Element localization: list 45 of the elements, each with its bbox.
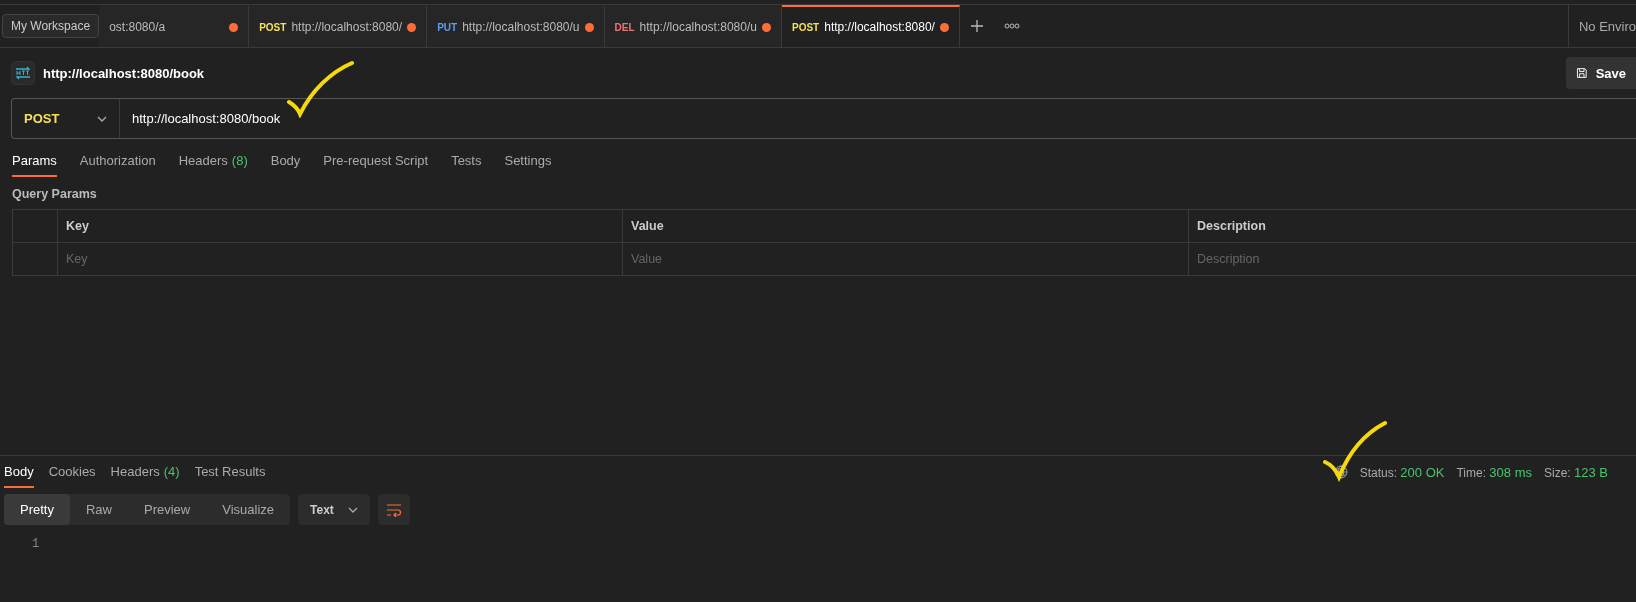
request-tab[interactable]: POST http://localhost:8080/ <box>249 5 428 47</box>
environment-selector[interactable]: No Enviro <box>1568 5 1636 47</box>
column-header: Description <box>1189 210 1636 243</box>
request-tab[interactable]: DEL http://localhost:8080/u <box>604 5 782 47</box>
wrap-lines-icon <box>385 502 402 517</box>
wrap-lines-button[interactable] <box>377 494 410 525</box>
chevron-down-icon <box>347 506 358 513</box>
plus-icon <box>969 19 984 33</box>
save-button[interactable]: Save <box>1566 57 1636 89</box>
line-number: 1 <box>31 536 41 551</box>
request-section-tab[interactable]: Pre-request Script <box>323 145 429 177</box>
response-tab[interactable]: Test Results <box>194 456 266 488</box>
section-title: Query Params <box>11 186 98 203</box>
request-section-tab[interactable]: Body <box>270 145 301 177</box>
response-tab[interactable]: Body <box>4 456 34 488</box>
response-tab[interactable]: Headers (4) <box>110 456 180 488</box>
request-tab[interactable]: PUT http://localhost:8080/u <box>427 5 605 47</box>
response-stat: Size: 123 B <box>1544 464 1608 480</box>
view-mode-button[interactable]: Pretty <box>4 494 70 525</box>
view-mode-button[interactable]: Visualize <box>206 494 291 525</box>
chevron-down-icon <box>97 115 107 122</box>
view-mode-button[interactable]: Raw <box>69 494 128 525</box>
view-mode-button[interactable]: Preview <box>128 494 207 525</box>
response-stat: Status: 200 OK <box>1359 464 1445 480</box>
save-icon <box>1576 65 1588 81</box>
more-dots-icon <box>1003 23 1020 29</box>
request-tab[interactable]: POST http://localhost:8080/ <box>781 5 960 47</box>
response-stat: Time: 308 ms <box>1456 464 1532 480</box>
request-tab[interactable]: ost:8080/a <box>99 5 250 47</box>
request-section-tab[interactable]: Tests <box>451 145 482 177</box>
url-field[interactable]: http://localhost:8080/book <box>120 111 281 126</box>
column-header: Key <box>58 210 623 243</box>
request-section-tab[interactable]: Headers (8) <box>178 145 248 177</box>
request-section-tab[interactable]: Settings <box>504 145 552 177</box>
check-mark-drawing <box>286 60 356 118</box>
column-header: Value <box>623 210 1189 243</box>
request-title: http://localhost:8080/book <box>43 65 205 81</box>
http-icon <box>11 61 35 85</box>
response-tab[interactable]: Cookies <box>48 456 96 488</box>
workspace-button[interactable]: My Workspace <box>2 14 100 38</box>
globe-icon <box>1333 465 1348 479</box>
method-dropdown[interactable]: POST <box>12 99 120 138</box>
request-section-tab[interactable]: Authorization <box>79 145 156 177</box>
request-section-tab[interactable]: Params <box>12 145 57 177</box>
format-dropdown[interactable]: Text <box>298 494 370 525</box>
